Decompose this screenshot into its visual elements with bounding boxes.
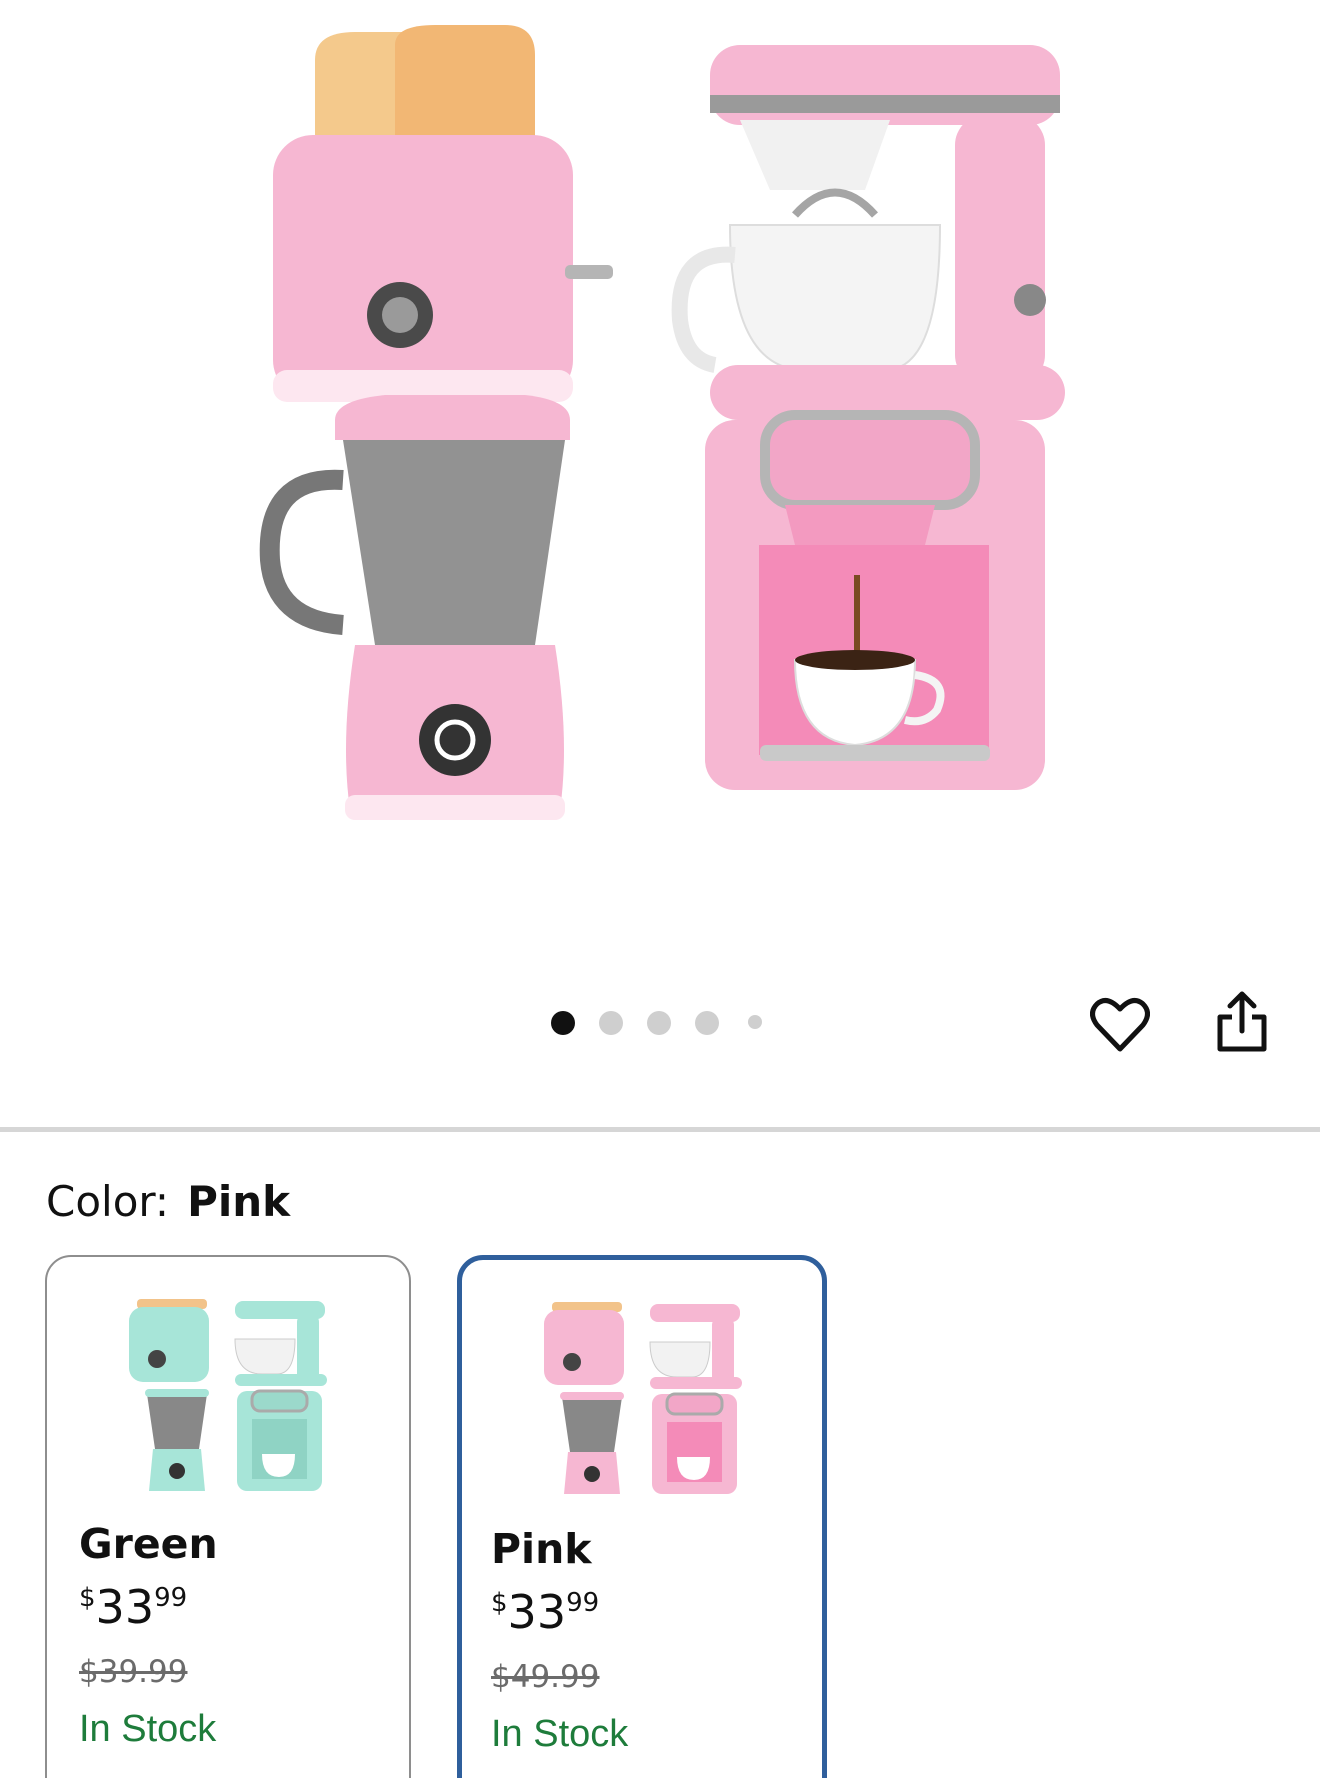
- option-name: Pink: [491, 1525, 592, 1573]
- selected-color-value: Pink: [187, 1177, 291, 1226]
- carousel-dot-1[interactable]: [551, 1011, 575, 1035]
- price-cents: 99: [566, 1588, 600, 1618]
- blender-illustration: [259, 395, 570, 820]
- green-product-thumbnail: [129, 1299, 327, 1491]
- price-whole: 33: [507, 1585, 567, 1639]
- share-button[interactable]: [1210, 990, 1274, 1056]
- heart-outline-icon: [1090, 997, 1150, 1052]
- carousel-dot-5[interactable]: [748, 1015, 762, 1029]
- price-currency: $: [491, 1588, 508, 1618]
- option-old-price: $49.99: [491, 1659, 600, 1695]
- toaster-illustration: [273, 25, 613, 402]
- pink-product-thumbnail: [544, 1302, 742, 1494]
- price-whole: 33: [95, 1580, 155, 1634]
- favorite-button[interactable]: [1088, 992, 1152, 1056]
- price-cents: 99: [154, 1583, 188, 1613]
- product-photo: [259, 25, 1065, 820]
- color-option-green[interactable]: Green $33 99 $39.99 In Stock: [45, 1255, 411, 1778]
- section-divider: [0, 1127, 1320, 1132]
- option-stock-status: In Stock: [79, 1708, 217, 1750]
- carousel-dot-2[interactable]: [599, 1011, 623, 1035]
- price-currency: $: [79, 1583, 96, 1613]
- coffee-machine-illustration: [705, 410, 1045, 790]
- option-old-price: $39.99: [79, 1654, 188, 1690]
- mixer-illustration: [671, 45, 1065, 420]
- color-label: Color:: [46, 1177, 170, 1226]
- option-stock-status: In Stock: [491, 1713, 629, 1755]
- color-option-pink[interactable]: Pink $33 99 $49.99 In Stock: [457, 1255, 827, 1778]
- share-icon: [1217, 991, 1267, 1052]
- carousel-dot-3[interactable]: [647, 1011, 671, 1035]
- option-name: Green: [79, 1520, 218, 1568]
- option-price: $33 99: [491, 1584, 599, 1640]
- color-label-row: Color: Pink: [46, 1176, 290, 1228]
- product-image-area[interactable]: [0, 0, 1320, 1000]
- carousel-dot-4[interactable]: [695, 1011, 719, 1035]
- option-price: $33 99: [79, 1579, 187, 1635]
